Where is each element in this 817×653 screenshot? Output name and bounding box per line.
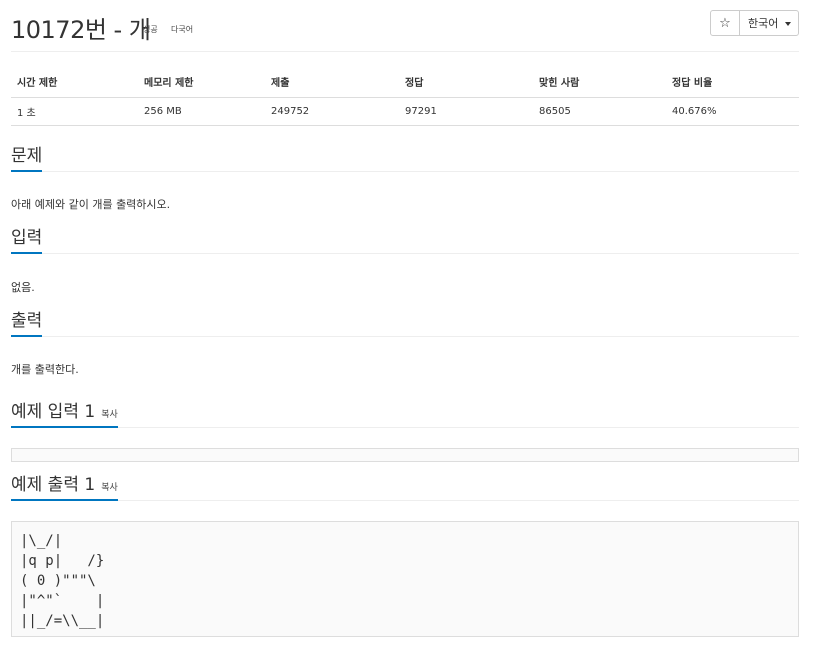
input-description: 없음. bbox=[11, 281, 35, 294]
submissions-value[interactable]: 249752 bbox=[265, 97, 399, 126]
copy-sample-input-button[interactable]: 복사 bbox=[101, 410, 118, 420]
problem-section-header: 문제 bbox=[11, 144, 799, 172]
copy-sample-output-button[interactable]: 복사 bbox=[101, 483, 118, 493]
sample-output-title-text: 예제 출력 1 bbox=[11, 475, 96, 495]
col-accept-rate: 정답 비율 bbox=[666, 66, 799, 98]
sample-output-header: 예제 출력 1 복사 bbox=[11, 471, 799, 501]
table-header-row: 시간 제한 메모리 제한 제출 정답 맞힌 사람 정답 비율 bbox=[11, 66, 799, 98]
sample-input-box bbox=[11, 448, 799, 462]
language-select[interactable]: 한국어 bbox=[739, 10, 799, 36]
output-section-header: 출력 bbox=[11, 309, 799, 337]
multilang-badge[interactable]: 다국어 bbox=[171, 24, 193, 35]
output-section-title: 출력 bbox=[11, 306, 43, 337]
output-description: 개를 출력한다. bbox=[11, 363, 79, 376]
col-time-limit: 시간 제한 bbox=[11, 66, 138, 98]
status-badge-success[interactable]: 성공 bbox=[143, 24, 158, 35]
star-icon: ☆ bbox=[719, 15, 731, 31]
col-accepted: 정답 bbox=[399, 66, 533, 98]
page-title: 10172번 - 개 bbox=[11, 16, 151, 44]
sample-output-box: |\_/| |q p| /} ( 0 )"""\ |"^"` | ||_/=\\… bbox=[11, 521, 799, 637]
language-select-label: 한국어 bbox=[748, 17, 779, 30]
accepted-value[interactable]: 97291 bbox=[399, 97, 533, 126]
chevron-down-icon bbox=[785, 22, 791, 26]
accept-rate-value: 40.676% bbox=[666, 97, 799, 126]
time-limit-value: 1 초 bbox=[11, 97, 138, 126]
problem-section-title: 문제 bbox=[11, 141, 43, 172]
favorite-button[interactable]: ☆ bbox=[710, 10, 740, 36]
table-row: 1 초 256 MB 249752 97291 86505 40.676% bbox=[11, 97, 799, 126]
sample-input-header: 예제 입력 1 복사 bbox=[11, 398, 799, 428]
problem-header: 10172번 - 개 성공 다국어 ☆ 한국어 bbox=[11, 8, 799, 52]
sample-input-title: 예제 입력 1 복사 bbox=[11, 397, 118, 428]
input-section-title: 입력 bbox=[11, 223, 43, 254]
input-section-header: 입력 bbox=[11, 226, 799, 254]
problem-info-table: 시간 제한 메모리 제한 제출 정답 맞힌 사람 정답 비율 1 초 256 M… bbox=[11, 66, 799, 126]
memory-limit-value: 256 MB bbox=[138, 97, 265, 126]
col-memory-limit: 메모리 제한 bbox=[138, 66, 265, 98]
sample-input-title-text: 예제 입력 1 bbox=[11, 402, 96, 422]
solvers-value[interactable]: 86505 bbox=[533, 97, 666, 126]
sample-output-content: |\_/| |q p| /} ( 0 )"""\ |"^"` | ||_/=\\… bbox=[20, 533, 105, 629]
col-solvers: 맞힌 사람 bbox=[533, 66, 666, 98]
col-submissions: 제출 bbox=[265, 66, 399, 98]
problem-description: 아래 예제와 같이 개를 출력하시오. bbox=[11, 198, 171, 211]
sample-output-title: 예제 출력 1 복사 bbox=[11, 470, 118, 501]
